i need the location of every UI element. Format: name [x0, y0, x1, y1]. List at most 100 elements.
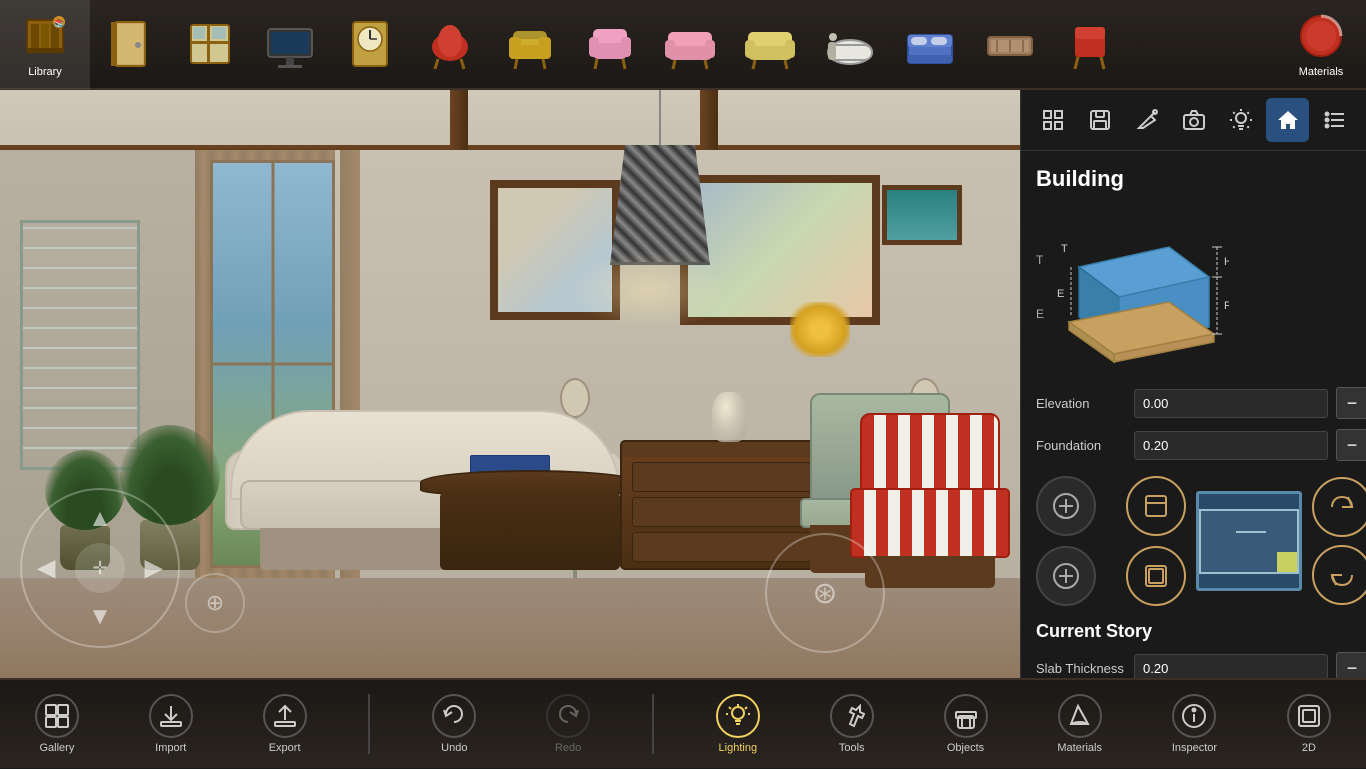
- foundation-label: Foundation: [1036, 438, 1126, 453]
- undo-icon: [432, 694, 476, 738]
- nav-pan-button[interactable]: ⊕: [185, 573, 245, 633]
- furniture-clock[interactable]: [330, 9, 410, 79]
- navigation-joystick-left[interactable]: ▲ ▼ ◀ ▶ ✛: [20, 488, 180, 648]
- elevation-input[interactable]: [1134, 389, 1328, 418]
- right-panel: Building T E: [1020, 90, 1366, 678]
- flowers: [790, 302, 850, 357]
- furniture-rug[interactable]: [970, 9, 1050, 79]
- wall-decoration: [20, 220, 140, 470]
- add-story-button[interactable]: +: [1036, 476, 1096, 536]
- svg-text:H: H: [1224, 256, 1229, 268]
- current-story-title: Current Story: [1036, 621, 1351, 642]
- nav-right-arrow[interactable]: ▶: [145, 554, 163, 583]
- slab-thickness-label: Slab Thickness: [1036, 661, 1126, 676]
- viewport: ▲ ▼ ◀ ▶ ✛ ⊕ ⊛: [0, 90, 1020, 678]
- furniture-bed[interactable]: [890, 9, 970, 79]
- panel-save-icon[interactable]: [1078, 98, 1121, 142]
- import-button[interactable]: Import: [141, 679, 201, 769]
- furniture-bathtub[interactable]: [810, 9, 890, 79]
- nav-left-arrow[interactable]: ◀: [37, 554, 55, 583]
- furniture-yellow-chair[interactable]: [490, 9, 570, 79]
- gallery-label: Gallery: [40, 742, 75, 754]
- export-button[interactable]: Export: [255, 679, 315, 769]
- foundation-row: Foundation − +: [1036, 429, 1351, 461]
- 2d-icon: [1287, 694, 1331, 738]
- nav-down-arrow[interactable]: ▼: [88, 603, 112, 631]
- floor-plan-inner: [1199, 509, 1299, 574]
- import-label: Import: [155, 742, 186, 754]
- materials-button[interactable]: Materials: [1049, 679, 1110, 769]
- redo-icon: [546, 694, 590, 738]
- furniture-tv[interactable]: [250, 9, 330, 79]
- furniture-red-chair2[interactable]: [1050, 9, 1130, 79]
- objects-button[interactable]: Objects: [936, 679, 996, 769]
- export-icon: [263, 694, 307, 738]
- undo-label: Undo: [441, 742, 467, 754]
- redo-label: Redo: [555, 742, 581, 754]
- foundation-input[interactable]: [1134, 431, 1328, 460]
- elevation-row: Elevation − +: [1036, 387, 1351, 419]
- divider-1: [368, 694, 370, 754]
- inspector-button[interactable]: Inspector: [1164, 679, 1225, 769]
- undo-button[interactable]: Undo: [424, 679, 484, 769]
- nav-up-arrow[interactable]: ▲: [88, 505, 112, 533]
- panel-icon-row: [1021, 90, 1366, 151]
- furniture-pink-sofa[interactable]: [650, 9, 730, 79]
- objects-icon: [944, 694, 988, 738]
- nav-center-button[interactable]: ✛: [75, 543, 125, 593]
- add-floor-button[interactable]: [1036, 546, 1096, 606]
- panel-light-icon[interactable]: [1219, 98, 1262, 142]
- materials-top-label: Materials: [1299, 66, 1344, 78]
- floor-plan-corner: [1277, 552, 1297, 572]
- rotate-view-button[interactable]: [1312, 477, 1366, 537]
- gallery-button[interactable]: Gallery: [27, 679, 87, 769]
- panel-paint-icon[interactable]: [1125, 98, 1168, 142]
- furniture-pink-chair[interactable]: [570, 9, 650, 79]
- coffee-table: [420, 470, 640, 570]
- lighting-label: Lighting: [719, 742, 758, 754]
- materials-label: Materials: [1057, 742, 1102, 754]
- svg-text:📚: 📚: [54, 19, 64, 28]
- elevation-decrease-button[interactable]: −: [1336, 387, 1366, 419]
- blueprint-diagram: T E: [1036, 207, 1351, 367]
- library-icon: 📚: [19, 10, 71, 62]
- floor-plan-thumbnail[interactable]: [1196, 491, 1302, 591]
- furniture-yellow-sofa[interactable]: [730, 9, 810, 79]
- tools-icon: [830, 694, 874, 738]
- lighting-button[interactable]: Lighting: [708, 679, 768, 769]
- foundation-decrease-button[interactable]: −: [1336, 429, 1366, 461]
- blueprint-labels-left: T E: [1036, 253, 1044, 321]
- navigation-rotate[interactable]: ⊛: [765, 533, 885, 653]
- gallery-icon: [35, 694, 79, 738]
- panel-list-icon[interactable]: [1313, 98, 1356, 142]
- panel-select-icon[interactable]: [1031, 98, 1074, 142]
- panel-title: Building: [1036, 166, 1351, 192]
- 2d-button[interactable]: 2D: [1279, 679, 1339, 769]
- inspector-icon: [1172, 694, 1216, 738]
- furniture-window[interactable]: [170, 9, 250, 79]
- slab-thickness-input[interactable]: [1134, 654, 1328, 679]
- tools-button[interactable]: Tools: [822, 679, 882, 769]
- tools-label: Tools: [839, 742, 865, 754]
- story-options-button[interactable]: [1126, 476, 1186, 536]
- floor-settings-button[interactable]: [1126, 546, 1186, 606]
- panel-camera-icon[interactable]: [1172, 98, 1215, 142]
- furniture-red-chair[interactable]: [410, 9, 490, 79]
- furniture-door[interactable]: [90, 9, 170, 79]
- materials-icon: [1058, 694, 1102, 738]
- svg-text:F: F: [1224, 300, 1229, 312]
- slab-decrease-button[interactable]: −: [1336, 652, 1366, 678]
- flip-view-button[interactable]: [1312, 545, 1366, 605]
- slab-thickness-row: Slab Thickness − +: [1036, 652, 1351, 678]
- divider-2: [652, 694, 654, 754]
- svg-text:E: E: [1057, 288, 1064, 300]
- rotate-icon: ⊛: [812, 576, 837, 611]
- top-toolbar: 📚 Library: [0, 0, 1366, 90]
- panel-home-icon[interactable]: [1266, 98, 1309, 142]
- redo-button[interactable]: Redo: [538, 679, 598, 769]
- 2d-label: 2D: [1302, 742, 1316, 754]
- library-button[interactable]: 📚 Library: [0, 0, 90, 89]
- materials-top-button[interactable]: Materials: [1276, 0, 1366, 89]
- export-label: Export: [269, 742, 301, 754]
- vase: [712, 392, 747, 442]
